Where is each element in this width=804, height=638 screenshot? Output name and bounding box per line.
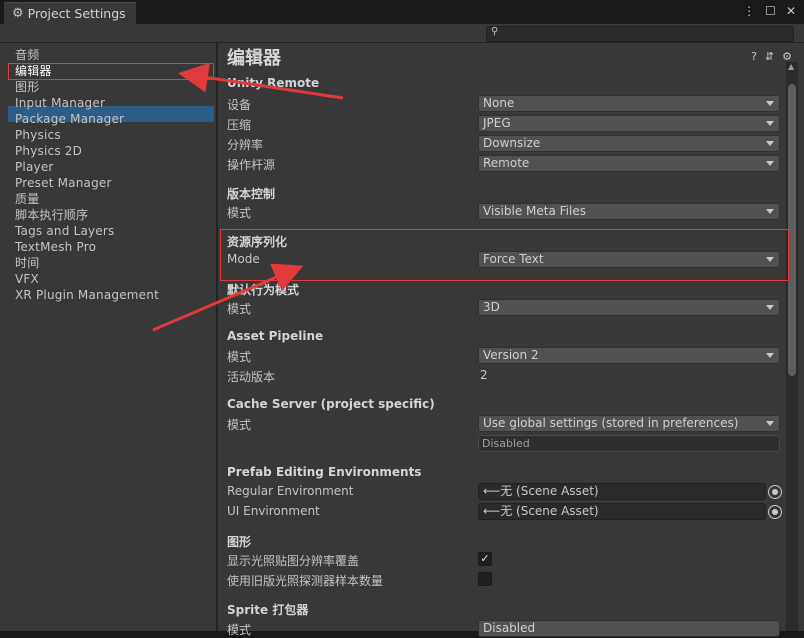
search-input[interactable]: ⚲ <box>486 26 794 42</box>
ui-environment-label: UI Environment <box>227 504 320 518</box>
cache-server-status-field: Disabled <box>478 435 780 452</box>
close-icon[interactable]: ✕ <box>786 4 796 18</box>
chevron-down-icon <box>766 121 774 126</box>
object-picker-icon[interactable] <box>768 485 782 499</box>
legacy-light-probe-label: 使用旧版光照探测器样本数量 <box>227 574 384 588</box>
sidebar-item[interactable]: Preset Manager <box>15 175 112 191</box>
sprite-packer-mode-dropdown[interactable]: Disabled <box>478 620 780 637</box>
version-control-mode-value: Visible Meta Files <box>483 204 586 218</box>
resolution-value: Downsize <box>483 136 541 150</box>
scene-asset-icon: ⟵ <box>483 484 501 498</box>
sidebar-item[interactable]: TextMesh Pro <box>15 239 96 255</box>
joystick-source-value: Remote <box>483 156 530 170</box>
chevron-down-icon <box>766 353 774 358</box>
version-control-mode-dropdown[interactable]: Visible Meta Files <box>478 203 780 220</box>
sprite-packer-mode-label: 模式 <box>227 623 252 637</box>
scrollbar-thumb[interactable] <box>788 84 796 376</box>
serialization-mode-value: Force Text <box>483 252 544 266</box>
window-title: Project Settings <box>27 6 126 21</box>
compression-label: 压缩 <box>227 118 252 132</box>
joystick-source-dropdown[interactable]: Remote <box>478 155 780 172</box>
active-version-value: 2 <box>480 368 488 382</box>
section-sprite-packer-title: Sprite 打包器 <box>227 603 309 617</box>
resolution-label: 分辨率 <box>227 138 264 152</box>
sidebar-item[interactable]: Package Manager <box>15 111 124 127</box>
default-behavior-mode-dropdown[interactable]: 3D <box>478 299 780 316</box>
sidebar-item[interactable]: Physics 2D <box>15 143 82 159</box>
chevron-down-icon <box>766 305 774 310</box>
active-version-label: 活动版本 <box>227 370 276 384</box>
compression-value: JPEG <box>483 116 511 130</box>
toolbar: ⚲ <box>0 24 804 43</box>
scene-asset-icon: ⟵ <box>483 504 501 518</box>
section-graphics-title: 图形 <box>227 535 252 549</box>
legacy-light-probe-checkbox[interactable] <box>478 572 492 586</box>
resolution-dropdown[interactable]: Downsize <box>478 135 780 152</box>
default-behavior-mode-label: 模式 <box>227 302 252 316</box>
chevron-down-icon <box>766 421 774 426</box>
help-icon[interactable]: ? <box>751 50 757 63</box>
vertical-scrollbar[interactable]: ▲ <box>786 62 798 631</box>
section-unity-remote-title: Unity Remote <box>227 76 320 90</box>
regular-environment-label: Regular Environment <box>227 484 354 498</box>
sidebar-item[interactable]: XR Plugin Management <box>15 287 159 303</box>
sidebar-item[interactable]: VFX <box>15 271 39 287</box>
sidebar-item[interactable]: 时间 <box>15 255 39 271</box>
chevron-down-icon <box>766 161 774 166</box>
serialization-mode-dropdown[interactable]: Force Text <box>478 251 780 268</box>
asset-pipeline-mode-value: Version 2 <box>483 348 539 362</box>
preset-icon[interactable]: ⇵ <box>765 50 774 63</box>
window-controls: ⋮ ☐ ✕ <box>743 4 796 18</box>
chevron-down-icon <box>766 209 774 214</box>
sidebar-item[interactable]: 编辑器 <box>15 63 52 79</box>
asset-pipeline-mode-label: 模式 <box>227 350 252 364</box>
sidebar-item[interactable]: Input Manager <box>15 95 105 111</box>
section-asset-pipeline-title: Asset Pipeline <box>227 329 324 343</box>
sidebar-item[interactable]: Physics <box>15 127 61 143</box>
chevron-down-icon <box>766 101 774 106</box>
section-version-control-title: 版本控制 <box>227 187 276 201</box>
lightmap-resolution-checkbox[interactable]: ✓ <box>478 552 492 566</box>
joystick-source-label: 操作杆源 <box>227 158 276 172</box>
section-asset-serialization-title: 资源序列化 <box>227 235 288 249</box>
sidebar-item[interactable]: 图形 <box>15 79 39 95</box>
sprite-packer-mode-value: Disabled <box>483 621 536 635</box>
device-dropdown[interactable]: None <box>478 95 780 112</box>
serialization-mode-label: Mode <box>227 252 260 266</box>
section-default-behavior-title: 默认行为模式 <box>227 283 300 297</box>
sidebar-item[interactable]: 质量 <box>15 191 39 207</box>
maximize-icon[interactable]: ☐ <box>765 4 776 18</box>
device-label: 设备 <box>227 98 252 112</box>
title-bar: ⚙ Project Settings ⋮ ☐ ✕ <box>0 0 804 24</box>
page-title: 编辑器 <box>227 48 281 69</box>
section-prefab-env-title: Prefab Editing Environments <box>227 465 422 479</box>
search-icon: ⚲ <box>491 26 499 37</box>
cache-server-mode-value: Use global settings (stored in preferenc… <box>483 416 739 430</box>
device-value: None <box>483 96 515 110</box>
cache-server-mode-dropdown[interactable]: Use global settings (stored in preferenc… <box>478 415 780 432</box>
regular-environment-value: 无 (Scene Asset) <box>500 484 599 498</box>
chevron-down-icon <box>766 141 774 146</box>
scroll-up-icon[interactable]: ▲ <box>788 62 794 71</box>
version-control-mode-label: 模式 <box>227 206 252 220</box>
default-behavior-mode-value: 3D <box>483 300 500 314</box>
object-picker-icon[interactable] <box>768 505 782 519</box>
ui-environment-field[interactable]: ⟵无 (Scene Asset) <box>478 503 766 520</box>
cache-server-mode-label: 模式 <box>227 418 252 432</box>
sidebar-item[interactable]: Tags and Layers <box>15 223 114 239</box>
sidebar-item[interactable]: 脚本执行顺序 <box>15 207 88 223</box>
compression-dropdown[interactable]: JPEG <box>478 115 780 132</box>
lightmap-resolution-label: 显示光照贴图分辨率覆盖 <box>227 554 360 568</box>
ui-environment-value: 无 (Scene Asset) <box>500 504 599 518</box>
asset-pipeline-mode-dropdown[interactable]: Version 2 <box>478 347 780 364</box>
window-tab[interactable]: ⚙ Project Settings <box>4 2 136 24</box>
chevron-down-icon <box>766 257 774 262</box>
regular-environment-field[interactable]: ⟵无 (Scene Asset) <box>478 483 766 500</box>
sidebar-item[interactable]: 音频 <box>15 47 39 63</box>
more-options-icon[interactable]: ⋮ <box>743 4 755 18</box>
gear-icon: ⚙ <box>12 6 24 21</box>
section-cache-server-title: Cache Server (project specific) <box>227 397 435 411</box>
sidebar-item[interactable]: Player <box>15 159 54 175</box>
